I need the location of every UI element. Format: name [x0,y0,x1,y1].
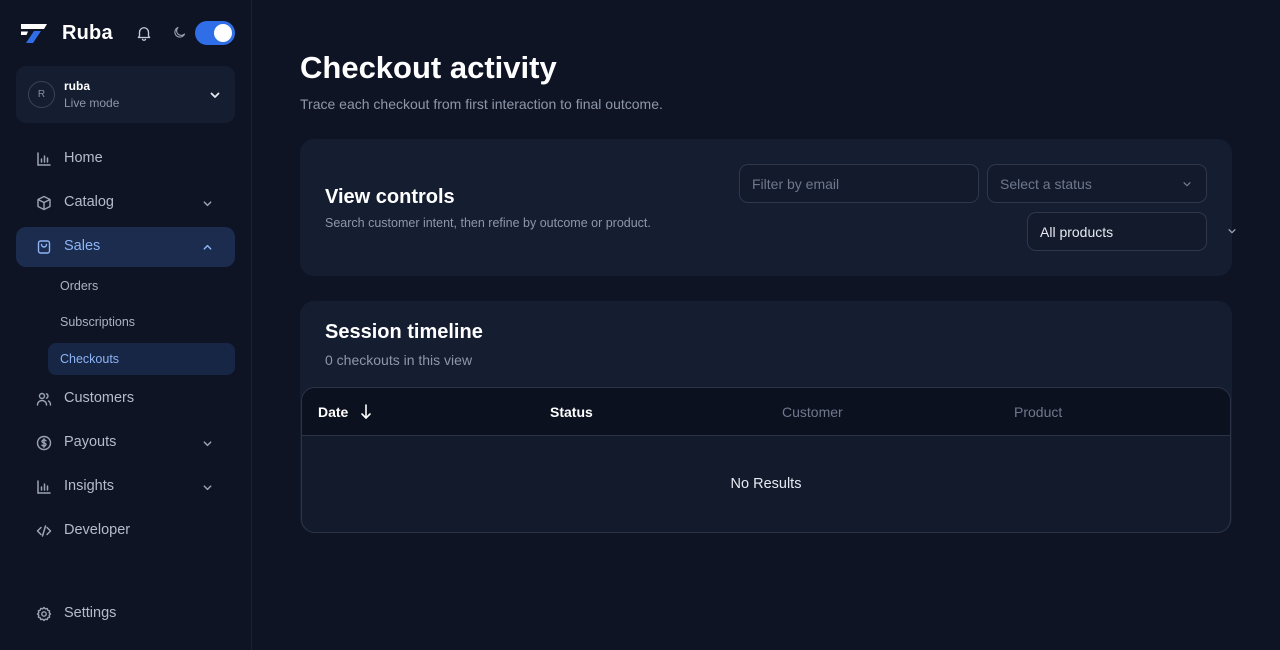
account-mode: Live mode [64,96,120,110]
status-select[interactable]: Select a status [987,164,1207,203]
nav-label-sales: Sales [64,238,101,254]
sub-label-subscriptions: Subscriptions [60,315,136,329]
column-header-status[interactable]: Status [550,404,593,420]
email-filter-input[interactable] [740,165,978,202]
avatar: R [28,81,55,108]
chevron-down-icon [203,441,212,447]
shopping-bag-icon [37,240,51,254]
checkouts-table: Date Status Customer Product No Results [301,387,1231,533]
session-timeline-card: Session timeline 0 checkouts in this vie… [300,301,1232,533]
sub-label-orders: Orders [60,279,99,293]
nav-item-settings[interactable]: Settings [16,594,235,634]
nav-item-insights[interactable]: Insights [16,467,235,507]
account-name: ruba [64,79,91,93]
nav-item-payouts[interactable]: Payouts [16,423,235,463]
sub-item-checkouts[interactable]: Checkouts [48,343,235,375]
chevron-up-icon [203,244,212,250]
controls-subtitle: Search customer intent, then refine by o… [325,216,651,230]
nav-label-insights: Insights [64,478,114,494]
controls-title: View controls [325,186,455,208]
sub-item-orders[interactable]: Orders [48,270,235,302]
users-icon [36,392,52,406]
sidebar: Ruba R ruba Live mode Home Catalog Sales… [0,0,252,650]
chevron-down-icon[interactable] [1227,226,1237,236]
page-subtitle: Trace each checkout from first interacti… [300,96,663,112]
dollar-circle-icon [36,435,52,451]
moon-icon [174,26,186,38]
brand[interactable]: Ruba [20,20,113,46]
toggle-knob [214,24,232,42]
nav-label-customers: Customers [64,390,135,406]
page-title: Checkout activity [300,50,557,85]
status-select-placeholder: Select a status [1000,176,1092,192]
checkout-count: 0 checkouts in this view [325,352,473,368]
nav-label-developer: Developer [64,522,131,538]
product-select-value: All products [1040,224,1114,240]
nav-label-payouts: Payouts [64,434,117,450]
dark-mode-toggle[interactable] [195,21,235,45]
nav-label-home: Home [64,150,103,166]
empty-state-text: No Results [730,476,802,492]
brand-name: Ruba [62,21,113,44]
column-header-product[interactable]: Product [1014,404,1062,420]
account-switcher[interactable]: R ruba Live mode [16,66,235,123]
brand-logo-icon [21,24,47,43]
column-header-date[interactable]: Date [318,404,348,420]
gear-icon [36,606,52,622]
nav-item-customers[interactable]: Customers [16,379,235,419]
sub-item-subscriptions[interactable]: Subscriptions [48,306,235,338]
nav-label-settings: Settings [64,605,117,621]
nav-item-sales[interactable]: Sales [16,227,235,267]
bar-chart-icon [37,480,51,494]
code-icon [36,525,52,537]
chevron-down-icon [210,92,220,98]
view-controls-card: View controls Search customer intent, th… [300,139,1232,276]
nav-item-home[interactable]: Home [16,139,235,179]
timeline-title: Session timeline [325,321,483,343]
package-icon [37,195,51,211]
product-select[interactable]: All products [1027,212,1207,251]
email-filter-field[interactable] [739,164,979,203]
sub-label-checkouts: Checkouts [60,352,120,366]
nav-label-catalog: Catalog [64,194,114,210]
chevron-down-icon [1183,182,1191,187]
bar-chart-icon [37,152,51,166]
nav-item-developer[interactable]: Developer [16,511,235,551]
chevron-down-icon [203,201,212,207]
chevron-down-icon [203,485,212,491]
table-header: Date Status Customer Product [302,388,1230,436]
column-header-customer[interactable]: Customer [782,404,843,420]
nav-item-catalog[interactable]: Catalog [16,183,235,223]
notifications-bell-icon[interactable] [135,24,153,42]
sort-descending-icon[interactable] [360,403,372,421]
column-header-date-label: Date [318,404,349,420]
